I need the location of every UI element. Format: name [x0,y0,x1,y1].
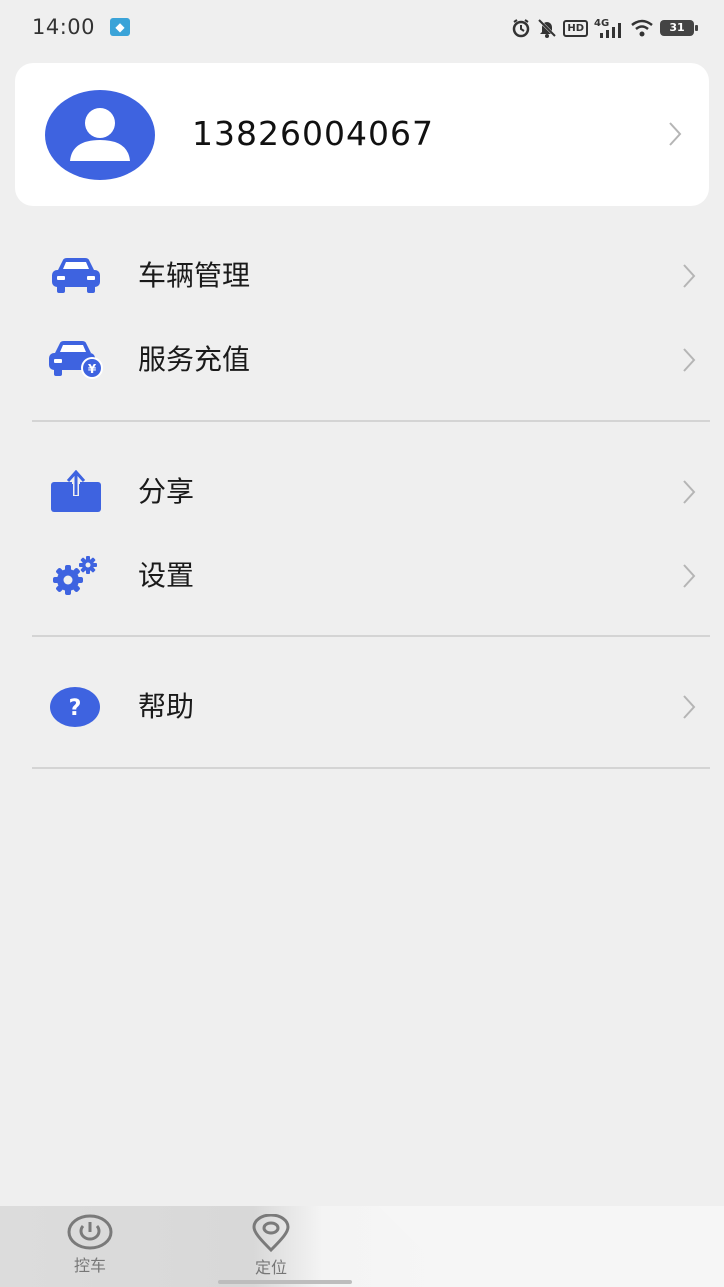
svg-text:?: ? [69,696,82,721]
divider [32,420,710,422]
bottom-nav: 控车 定位 [0,1206,724,1287]
divider [32,767,710,769]
battery-icon: 31 [660,20,698,36]
status-time: 14:00 [32,15,96,39]
menu-item-vehicle-management[interactable]: 车辆管理 [0,234,724,318]
tab-car-control[interactable]: 控车 [45,1214,135,1284]
wifi-icon [631,19,653,37]
help-icon: ? [50,687,100,727]
mute-icon [538,18,557,38]
tab-label: 定位 [254,1258,287,1277]
menu-label: 分享 [138,475,195,508]
menu-item-settings[interactable]: 设置 [0,534,724,618]
chevron-right-icon [683,695,696,719]
phone-number: 13826004067 [192,114,434,153]
menu-label: 设置 [138,559,195,592]
menu-item-service-recharge[interactable]: ¥ 服务充值 [0,318,724,402]
car-payment-icon: ¥ [49,341,103,379]
share-icon [51,470,101,512]
car-icon [52,258,100,293]
app-notification-icon: ◆ [110,18,130,36]
menu-item-share[interactable]: 分享 [0,450,724,534]
user-avatar-icon [45,90,155,180]
menu-label: 服务充值 [138,343,251,376]
tab-location[interactable]: 定位 [226,1214,316,1284]
home-indicator[interactable] [218,1280,352,1284]
power-icon [67,1214,113,1250]
hd-icon: HD [563,19,588,37]
signal-icon: 4G [594,18,621,38]
alarm-icon [513,19,530,38]
chevron-right-icon [683,480,696,504]
menu-item-help[interactable]: ? 帮助 [0,665,724,749]
menu-label: 帮助 [138,690,195,723]
chevron-right-icon [683,264,696,288]
menu-label: 车辆管理 [138,259,251,292]
status-bar: 14:00 ◆ HD 4G 31 [0,0,724,56]
chevron-right-icon [683,564,696,588]
svg-text:4G: 4G [594,18,609,29]
svg-text:¥: ¥ [88,362,97,376]
tab-label: 控车 [73,1256,106,1275]
divider [32,635,710,637]
location-pin-icon [252,1214,290,1252]
status-icons: HD 4G 31 [511,16,698,40]
chevron-right-icon [683,348,696,372]
gear-icon [53,556,97,595]
profile-card[interactable]: 13826004067 [15,63,709,206]
chevron-right-icon [669,122,682,146]
